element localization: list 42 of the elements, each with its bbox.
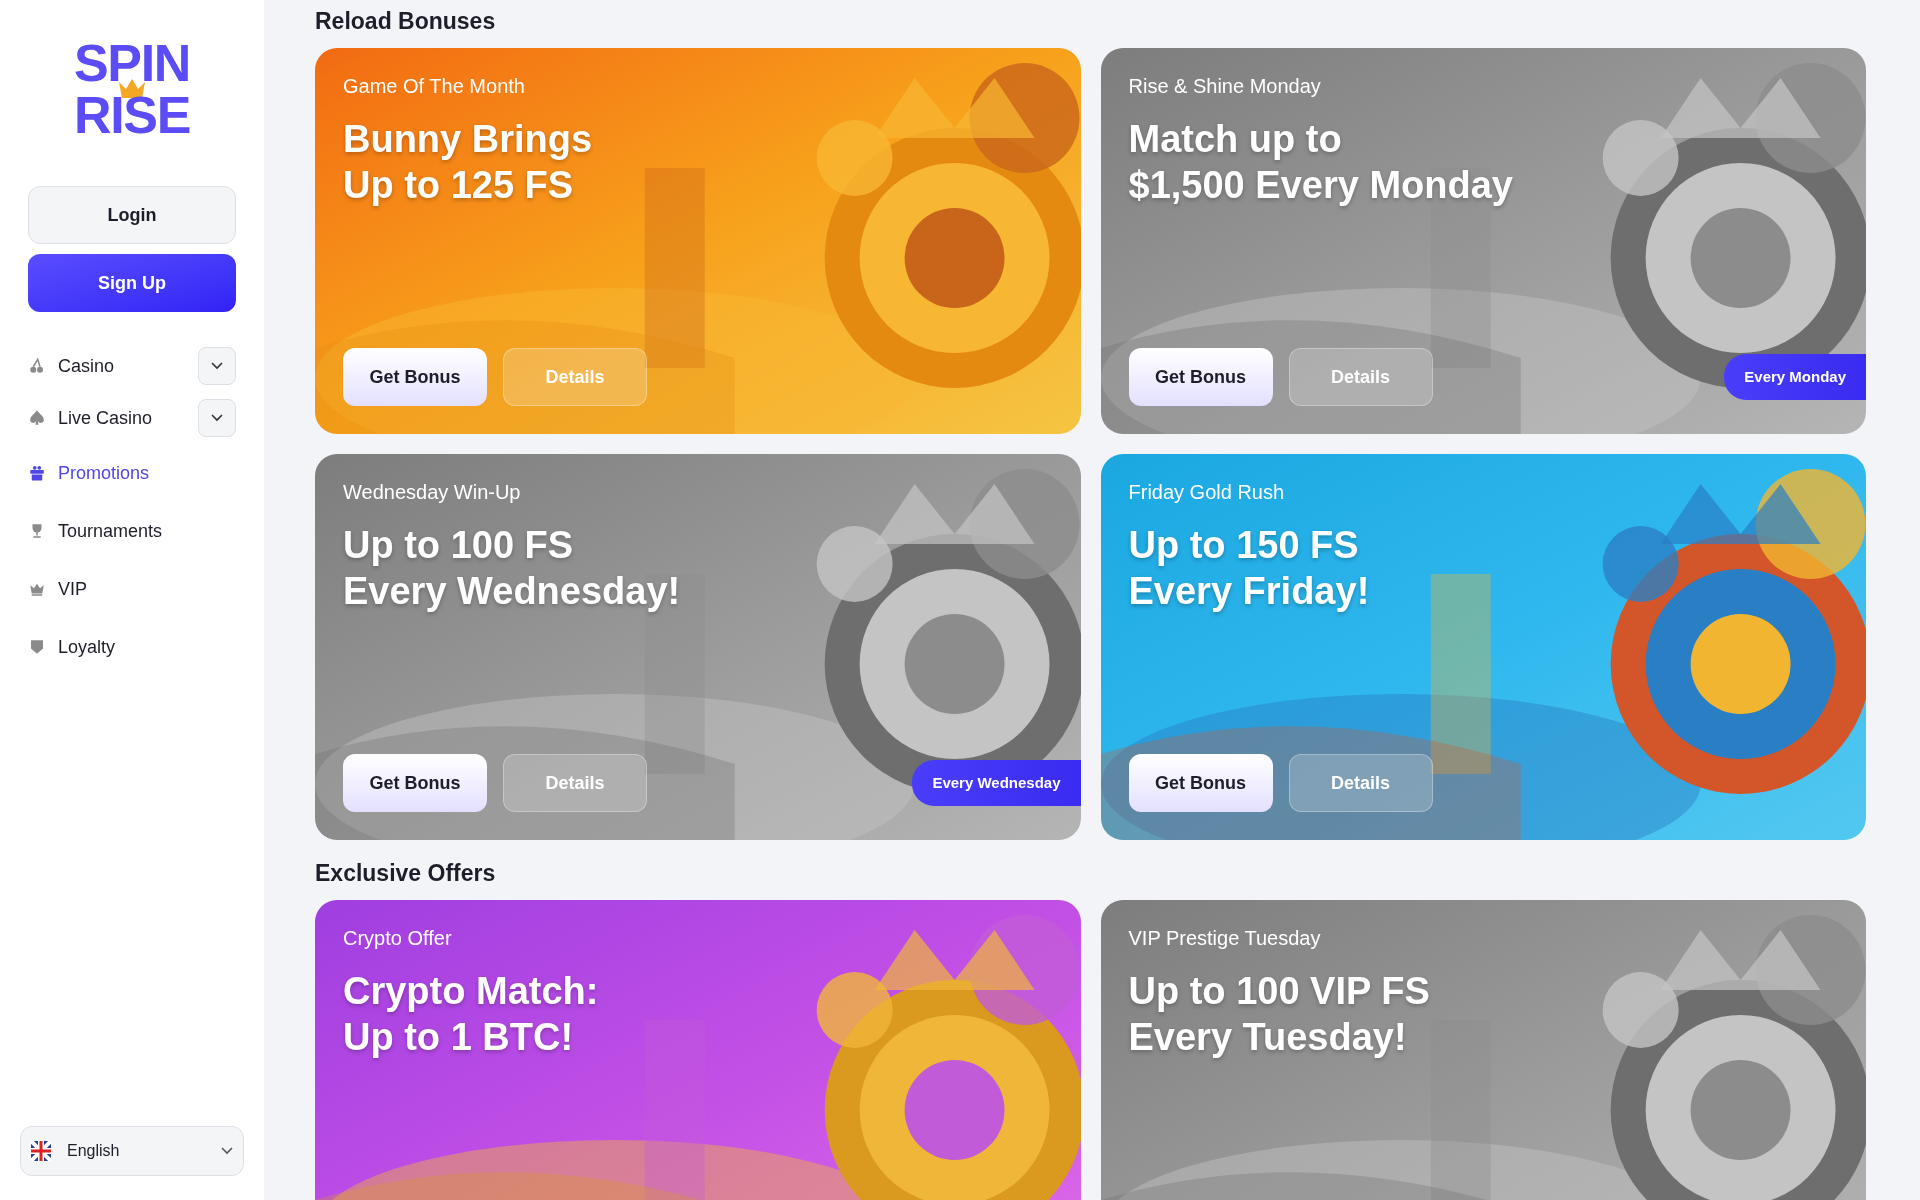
gift-icon [28, 464, 46, 482]
card-subtitle: Wednesday Win-Up [343, 482, 522, 502]
schedule-badge: Every Monday [1724, 353, 1866, 400]
nav-item[interactable]: Casino [28, 352, 115, 380]
section-title: Exclusive Offers [315, 859, 497, 888]
logo-text: RISE [73, 92, 191, 138]
logo-text: SPIN [73, 40, 191, 86]
nav-item[interactable]: Promotions [28, 459, 150, 487]
expand-button[interactable] [198, 399, 236, 437]
card-title: Bunny Brings Up to 125 FS [343, 117, 594, 208]
card-subtitle: Game Of The Month [343, 76, 526, 96]
card-title: Crypto Match: Up to 1 BTC! [343, 969, 600, 1060]
card-subtitle: Rise & Shine Monday [1128, 76, 1322, 96]
get-bonus-button[interactable]: Get Bonus [343, 348, 487, 406]
get-bonus-button[interactable]: Get Bonus [1128, 348, 1273, 406]
nav-item[interactable]: Live Casino [28, 404, 153, 432]
nav-item[interactable]: VIP [28, 575, 87, 603]
section-title: Reload Bonuses [315, 7, 497, 36]
chevron-down-icon [221, 1147, 233, 1155]
card-title: Match up to $1,500 Every Monday [1128, 117, 1514, 208]
expand-button[interactable] [198, 347, 236, 385]
login-button[interactable]: Login [28, 186, 236, 244]
schedule-badge: Every Wednesday [912, 759, 1081, 806]
get-bonus-button[interactable]: Get Bonus [1128, 754, 1273, 812]
card-title: Up to 100 FS Every Wednesday! [343, 523, 682, 614]
nav-item[interactable]: Loyalty [28, 633, 116, 661]
get-bonus-button[interactable]: Get Bonus [343, 754, 487, 812]
cherry-icon [28, 357, 46, 375]
chevron-down-icon [211, 414, 223, 422]
card-title: Up to 100 VIP FS Every Tuesday! [1128, 969, 1431, 1060]
sign-up-button[interactable]: Sign Up [28, 254, 236, 312]
shield-icon [28, 638, 46, 656]
spade-icon [28, 409, 46, 427]
card-subtitle: Crypto Offer [343, 928, 453, 948]
chevron-down-icon [211, 362, 223, 370]
card-title: Up to 150 FS Every Friday! [1128, 523, 1371, 614]
flag-icon [31, 1141, 51, 1161]
card-subtitle: Friday Gold Rush [1128, 482, 1286, 502]
card-subtitle: VIP Prestige Tuesday [1128, 928, 1322, 948]
language-select[interactable]: English [20, 1126, 244, 1176]
logo[interactable]: SPIN RISE [73, 40, 191, 138]
nav-item[interactable]: Tournaments [28, 517, 163, 545]
